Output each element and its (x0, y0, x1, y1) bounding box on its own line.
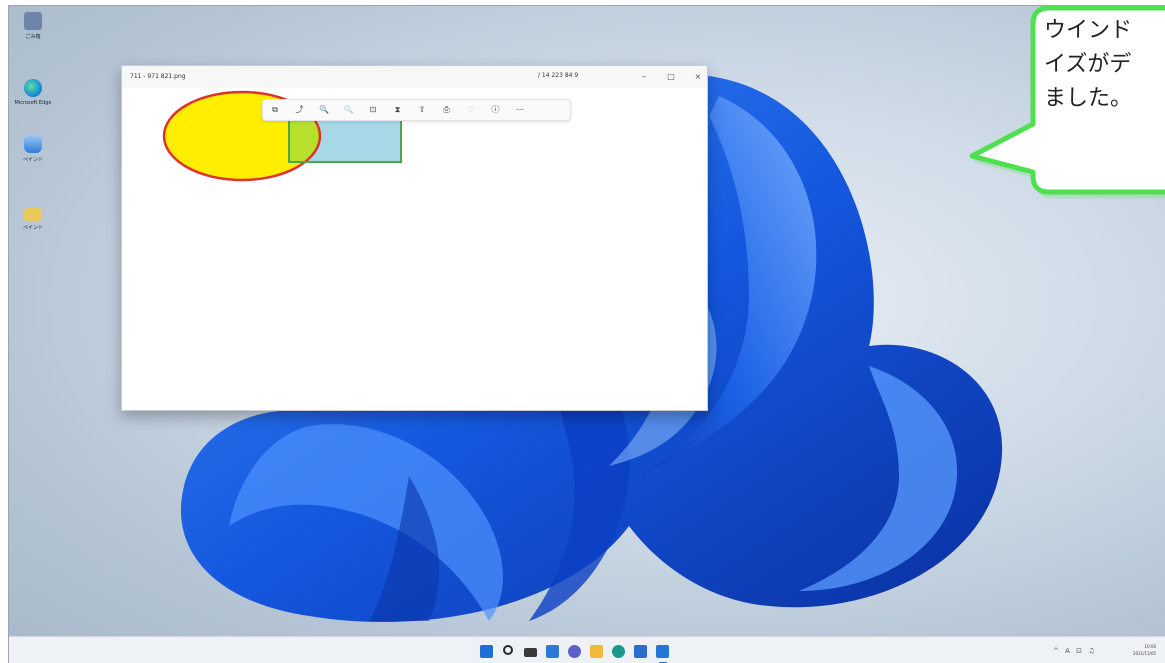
clock-time: 10:00 (1144, 644, 1157, 649)
clock[interactable]: 10:00 2021/11/05 (1133, 643, 1156, 657)
photos-icon[interactable] (656, 645, 669, 658)
search-icon[interactable] (503, 645, 513, 655)
callout-bubble (969, 6, 1165, 199)
store-icon[interactable] (634, 645, 647, 658)
desktop: ごみ箱 Microsoft Edge ペイント ペイント 711 - 971 8… (8, 5, 1165, 663)
file-explorer-icon[interactable] (590, 645, 603, 658)
edge-taskbar-icon[interactable] (612, 645, 625, 658)
clock-date: 2021/11/05 (1133, 651, 1157, 656)
start-icon[interactable] (480, 645, 493, 658)
system-tray[interactable]: ^ A ⊡ ♫ (1053, 647, 1096, 655)
taskbar: ^ A ⊡ ♫ 10:00 2021/11/05 (9, 636, 1165, 663)
chat-icon[interactable] (568, 645, 581, 658)
task-view-icon[interactable] (524, 648, 537, 657)
callout-text: ウインド イズがデ ました。 (1044, 18, 1133, 111)
widgets-icon[interactable] (546, 645, 559, 658)
